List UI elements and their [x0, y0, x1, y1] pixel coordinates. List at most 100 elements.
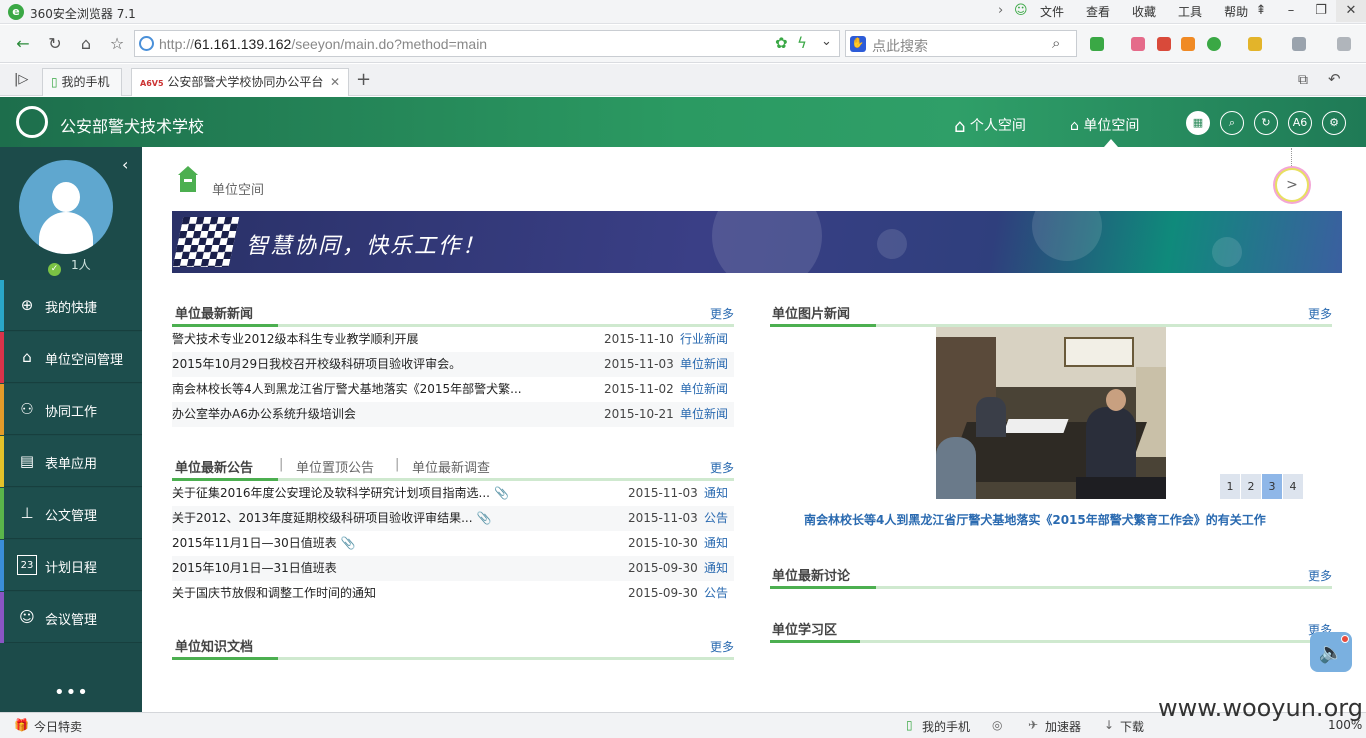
notice-row-title[interactable]: 关于国庆节放假和调整工作时间的通知	[172, 581, 376, 606]
search-icon[interactable]: ⌕	[1052, 34, 1060, 52]
search-icon[interactable]: ⌕	[1220, 111, 1244, 135]
nav-unit-space[interactable]: ⌂ 单位空间	[1070, 115, 1139, 135]
sync-icon[interactable]: ↻	[1254, 111, 1278, 135]
sidebar-item-unit-space-admin[interactable]: ⌂ 单位空间管理	[0, 332, 142, 383]
wifi-icon[interactable]: ◎	[992, 718, 1002, 732]
chevron-down-icon[interactable]: ⌄	[821, 34, 832, 49]
news-row-category[interactable]: 行业新闻	[680, 327, 728, 352]
tab-active[interactable]: A6V5 公安部警犬学校协同办公平台 ✕	[131, 68, 349, 96]
notice-row[interactable]: 2015年10月1日—31日值班表 2015-09-30 通知	[172, 556, 734, 581]
menu-file[interactable]: 文件	[1040, 3, 1064, 20]
menu-icon[interactable]	[1337, 37, 1351, 51]
notice-row-category[interactable]: 公告	[704, 506, 728, 531]
home-icon[interactable]: ⌂	[75, 33, 97, 55]
app-grid-icon[interactable]	[1090, 37, 1104, 51]
menu-tools[interactable]: 工具	[1178, 3, 1202, 20]
tab-survey[interactable]: 单位最新调查	[412, 457, 490, 476]
mail-icon[interactable]	[1131, 37, 1145, 51]
news-row-category[interactable]: 单位新闻	[680, 377, 728, 402]
news-more-link[interactable]: 更多	[710, 305, 734, 322]
notice-row-title[interactable]: 2015年11月1日—30日值班表 📎	[172, 531, 356, 556]
news-row-title[interactable]: 办公室举办A6办公系统升级培训会	[172, 402, 356, 427]
speaker-icon[interactable]: 🔈	[1310, 632, 1352, 672]
notice-more-link[interactable]: 更多	[710, 459, 734, 476]
knowledge-more-link[interactable]: 更多	[710, 638, 734, 655]
tab-notice-latest[interactable]: 单位最新公告	[175, 457, 253, 476]
menu-view[interactable]: 查看	[1086, 3, 1110, 20]
clock-icon[interactable]: >	[1275, 168, 1309, 202]
notice-row[interactable]: 关于国庆节放假和调整工作时间的通知 2015-09-30 公告	[172, 581, 734, 606]
sidebar-item-forms[interactable]: ▤ 表单应用	[0, 436, 142, 487]
photo-page-3[interactable]: 3	[1262, 474, 1282, 499]
nav-personal-space[interactable]: ⌂ 个人空间	[954, 115, 1026, 137]
notice-row-category[interactable]: 通知	[704, 556, 728, 581]
grid-icon[interactable]: ▦	[1186, 111, 1210, 135]
sidebar-item-shortcuts[interactable]: ⊕ 我的快捷	[0, 280, 142, 331]
notice-row[interactable]: 关于征集2016年度公安理论及软科学研究计划项目指南选... 📎 2015-11-…	[172, 481, 734, 506]
star-icon[interactable]: ☆	[106, 33, 128, 55]
news-row[interactable]: 警犬技术专业2012级本科生专业教学顺利开展 2015-11-10 行业新闻	[172, 327, 734, 352]
settings-icon[interactable]: ⚙	[1322, 111, 1346, 135]
news-photo[interactable]	[936, 327, 1166, 499]
search-box[interactable]: ✋ 点此搜索 ⌕	[845, 30, 1077, 57]
calendar-icon[interactable]	[1157, 37, 1171, 51]
minimize-button[interactable]: –	[1276, 0, 1306, 22]
photo-page-2[interactable]: 2	[1241, 474, 1261, 499]
more-menu-icon[interactable]: •••	[54, 682, 89, 703]
refresh-icon[interactable]: ↻	[44, 33, 66, 55]
compat-icon[interactable]: ✿	[775, 34, 788, 52]
menu-favorites[interactable]: 收藏	[1132, 3, 1156, 20]
sidebar-toggle-icon[interactable]: |▷	[14, 72, 28, 87]
notice-row-category[interactable]: 通知	[704, 481, 728, 506]
discussion-more-link[interactable]: 更多	[1308, 567, 1332, 584]
close-button[interactable]: ✕	[1336, 0, 1366, 22]
news-row-category[interactable]: 单位新闻	[680, 402, 728, 427]
lightning-icon[interactable]: ϟ	[797, 34, 807, 52]
avatar[interactable]	[19, 160, 113, 254]
plane-icon[interactable]	[1181, 37, 1195, 51]
news-row[interactable]: 南会林校长等4人到黑龙江省厅警犬基地落实《2015年部警犬繁... 2015-1…	[172, 377, 734, 402]
news-row-category[interactable]: 单位新闻	[680, 352, 728, 377]
tab-my-phone[interactable]: ▯ 我的手机	[42, 68, 122, 96]
notice-row-title[interactable]: 关于征集2016年度公安理论及软科学研究计划项目指南选... 📎	[172, 481, 509, 506]
notice-row[interactable]: 关于2012、2013年度延期校级科研项目验收评审结果... 📎 2015-11-…	[172, 506, 734, 531]
maximize-button[interactable]: ❐	[1306, 0, 1336, 22]
undo-icon[interactable]: ↶	[1328, 70, 1341, 88]
news-row-title[interactable]: 2015年10月29日我校召开校级科研项目验收评审会。	[172, 352, 461, 377]
discussion-title[interactable]: 单位最新讨论	[772, 565, 850, 584]
sidebar-item-documents[interactable]: ⊥ 公文管理	[0, 488, 142, 539]
notice-row-category[interactable]: 通知	[704, 531, 728, 556]
sidebar-item-collaboration[interactable]: ⚇ 协同工作	[0, 384, 142, 435]
restore-tabs-icon[interactable]: ⧉	[1298, 72, 1308, 88]
screenshot-icon[interactable]	[1292, 37, 1306, 51]
photo-news-title[interactable]: 单位图片新闻	[772, 303, 850, 322]
pin-icon[interactable]: ⇞	[1246, 0, 1276, 22]
photo-news-more-link[interactable]: 更多	[1308, 305, 1332, 322]
menu-help[interactable]: 帮助	[1224, 3, 1248, 20]
status-sale-link[interactable]: 今日特卖	[34, 718, 82, 735]
news-row-title[interactable]: 警犬技术专业2012级本科生专业教学顺利开展	[172, 327, 419, 352]
knowledge-title[interactable]: 单位知识文档	[175, 636, 253, 655]
sidebar-item-schedule[interactable]: 23 计划日程	[0, 540, 142, 591]
status-accelerator[interactable]: 加速器	[1045, 718, 1081, 735]
status-download[interactable]: 下载	[1120, 718, 1144, 735]
sidebar-item-meetings[interactable]: ☺ 会议管理	[0, 592, 142, 643]
notice-row-title[interactable]: 2015年10月1日—31日值班表	[172, 556, 337, 581]
user-icon[interactable]: ☺	[1014, 3, 1028, 18]
photo-page-4[interactable]: 4	[1283, 474, 1303, 499]
notice-row-title[interactable]: 关于2012、2013年度延期校级科研项目验收评审结果... 📎	[172, 506, 491, 531]
news-row-title[interactable]: 南会林校长等4人到黑龙江省厅警犬基地落实《2015年部警犬繁...	[172, 377, 522, 402]
notice-row[interactable]: 2015年11月1日—30日值班表 📎 2015-10-30 通知	[172, 531, 734, 556]
chevron-right-icon[interactable]: ›	[998, 3, 1003, 18]
new-tab-button[interactable]: +	[356, 69, 371, 90]
photo-caption-link[interactable]: 南会林校长等4人到黑龙江省厅警犬基地落实《2015年部警犬繁育工作会》的有关工作	[804, 511, 1266, 528]
news-row[interactable]: 办公室举办A6办公系统升级培训会 2015-10-21 单位新闻	[172, 402, 734, 427]
online-count[interactable]: ✓ 1人	[48, 256, 91, 276]
photo-page-1[interactable]: 1	[1220, 474, 1240, 499]
shield-icon[interactable]	[1207, 37, 1221, 51]
study-title[interactable]: 单位学习区	[772, 619, 837, 638]
collapse-icon[interactable]: ‹	[122, 155, 128, 174]
back-icon[interactable]: ←	[12, 33, 34, 55]
tab-close-icon[interactable]: ✕	[330, 69, 340, 95]
weather-icon[interactable]	[1248, 37, 1262, 51]
